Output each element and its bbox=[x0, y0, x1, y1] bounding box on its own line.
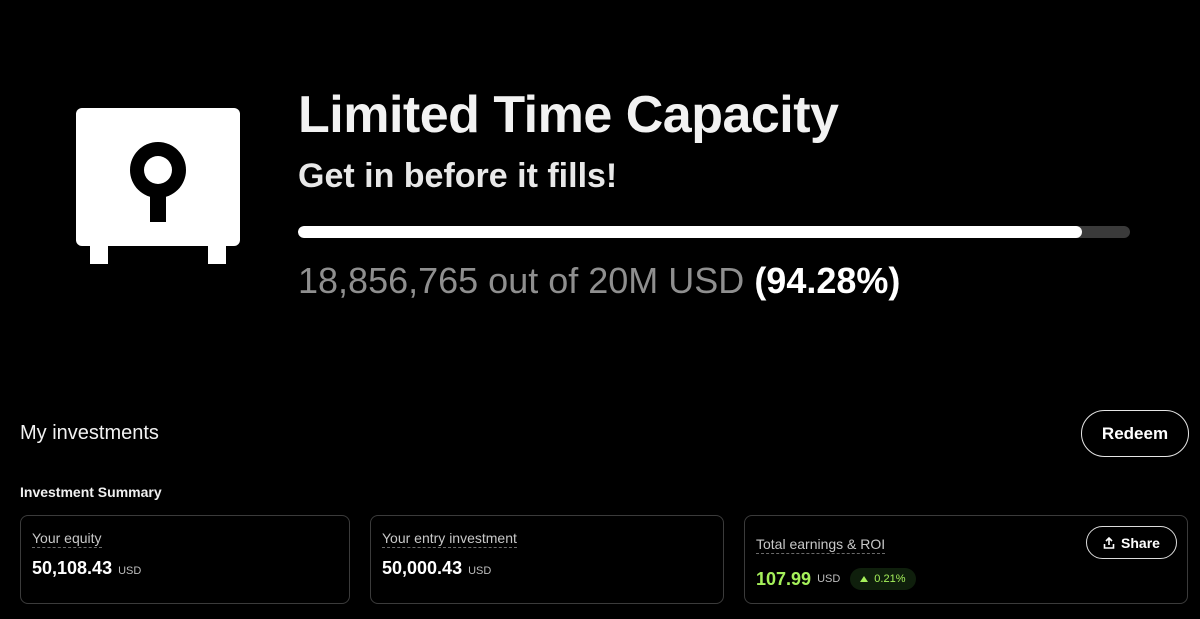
equity-value-row: 50,108.43 USD bbox=[32, 558, 141, 579]
capacity-progress-caption: 18,856,765 out of 20M USD (94.28%) bbox=[298, 260, 1138, 302]
entry-investment-value-row: 50,000.43 USD bbox=[382, 558, 491, 579]
entry-investment-label[interactable]: Your entry investment bbox=[382, 530, 517, 548]
page: Limited Time Capacity Get in before it f… bbox=[0, 0, 1200, 619]
share-label: Share bbox=[1121, 534, 1160, 551]
roi-percent: 0.21% bbox=[874, 573, 906, 585]
capacity-subtitle: Get in before it fills! bbox=[298, 157, 618, 195]
earnings-roi-label[interactable]: Total earnings & ROI bbox=[756, 536, 886, 554]
equity-card: Your equity 50,108.43 USD bbox=[20, 515, 350, 604]
capacity-text-block: Limited Time Capacity Get in before it f… bbox=[298, 84, 1138, 302]
capacity-progress-fill bbox=[298, 226, 1083, 238]
entry-investment-card: Your entry investment 50,000.43 USD bbox=[370, 515, 724, 604]
share-icon bbox=[1103, 536, 1115, 549]
equity-amount: 50,108.43 bbox=[32, 558, 113, 578]
arrow-up-icon bbox=[860, 576, 869, 582]
earnings-amount: 107.99 bbox=[756, 568, 812, 589]
my-investments-heading: My investments bbox=[20, 422, 159, 444]
earnings-unit: USD bbox=[817, 573, 841, 585]
safe-icon bbox=[76, 108, 240, 264]
redeem-button[interactable]: Redeem bbox=[1081, 410, 1189, 457]
equity-unit: USD bbox=[118, 565, 142, 577]
share-button[interactable]: Share bbox=[1086, 526, 1177, 559]
capacity-amount: 18,856,765 out of 20M USD bbox=[298, 260, 745, 301]
roi-badge: 0.21% bbox=[850, 568, 916, 590]
entry-investment-unit: USD bbox=[468, 565, 492, 577]
earnings-value-row: 107.99 USD 0.21% bbox=[756, 568, 916, 590]
earnings-roi-card: Total earnings & ROI Share 107.99 USD 0.… bbox=[744, 515, 1188, 604]
capacity-title: Limited Time Capacity bbox=[298, 86, 839, 144]
capacity-percent: (94.28%) bbox=[754, 260, 901, 301]
capacity-progress-bar bbox=[298, 226, 1130, 238]
entry-investment-amount: 50,000.43 bbox=[382, 558, 463, 578]
equity-label[interactable]: Your equity bbox=[32, 530, 102, 548]
capacity-banner: Limited Time Capacity Get in before it f… bbox=[0, 0, 1200, 360]
investment-summary-heading: Investment Summary bbox=[20, 484, 162, 500]
